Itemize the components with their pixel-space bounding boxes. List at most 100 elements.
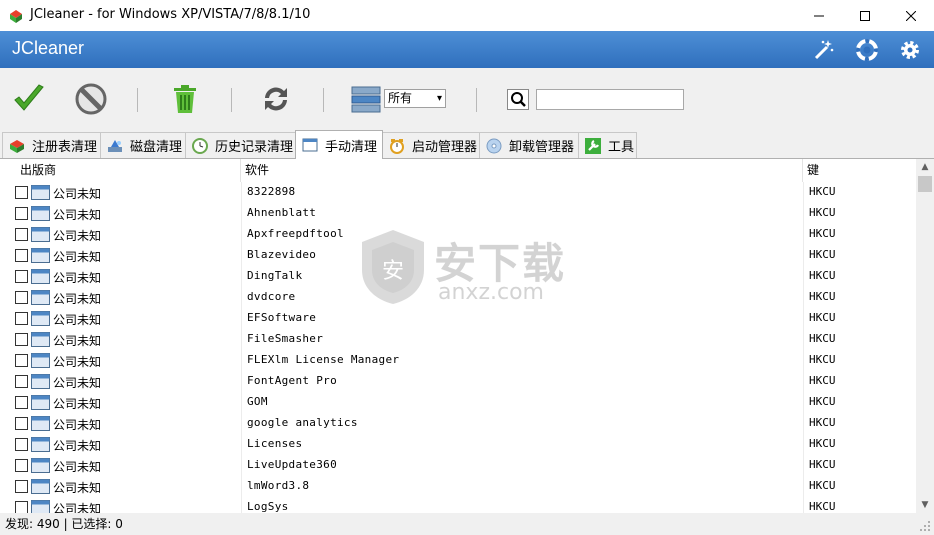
- row-checkbox[interactable]: [15, 186, 28, 199]
- close-button[interactable]: [888, 0, 934, 31]
- table-row[interactable]: 公司未知 FLEXlm License Manager HKCU: [0, 350, 916, 371]
- row-software: DingTalk: [247, 269, 303, 282]
- column-header-software[interactable]: 软件: [241, 159, 803, 182]
- table-row[interactable]: 公司未知 DingTalk HKCU: [0, 266, 916, 287]
- row-key: HKCU: [809, 185, 836, 198]
- row-software: FLEXlm License Manager: [247, 353, 400, 366]
- window-icon: [31, 227, 50, 242]
- row-checkbox[interactable]: [15, 396, 28, 409]
- row-checkbox[interactable]: [15, 291, 28, 304]
- refresh-icon[interactable]: [259, 82, 293, 116]
- table-row[interactable]: 公司未知 Licenses HKCU: [0, 434, 916, 455]
- row-checkbox[interactable]: [15, 459, 28, 472]
- row-checkbox[interactable]: [15, 249, 28, 262]
- row-key: HKCU: [809, 227, 836, 240]
- tab-uninstall-manager[interactable]: 卸载管理器: [479, 132, 579, 158]
- table-row[interactable]: 公司未知 Blazevideo HKCU: [0, 245, 916, 266]
- close-icon: [906, 10, 916, 21]
- scroll-down-arrow-icon[interactable]: ▼: [916, 497, 934, 513]
- maximize-button[interactable]: [842, 0, 888, 31]
- table-row[interactable]: 公司未知 lmWord3.8 HKCU: [0, 476, 916, 497]
- tab-startup-manager[interactable]: 启动管理器: [382, 132, 480, 158]
- row-checkbox[interactable]: [15, 375, 28, 388]
- table-row[interactable]: 公司未知 Ahnenblatt HKCU: [0, 203, 916, 224]
- tab-manual-clean[interactable]: 手动清理: [295, 130, 383, 159]
- tab-history-clean[interactable]: 历史记录清理: [185, 132, 296, 158]
- search-input[interactable]: [536, 89, 684, 110]
- row-publisher: 公司未知: [53, 418, 102, 432]
- tab-registry-clean[interactable]: 注册表清理: [2, 132, 101, 158]
- row-checkbox[interactable]: [15, 501, 28, 513]
- row-key: HKCU: [809, 437, 836, 450]
- filter-select[interactable]: 所有 ▾: [384, 89, 446, 108]
- row-checkbox[interactable]: [15, 417, 28, 430]
- row-checkbox[interactable]: [15, 228, 28, 241]
- column-header-publisher[interactable]: 出版商: [16, 159, 241, 182]
- table-row[interactable]: 公司未知 google analytics HKCU: [0, 413, 916, 434]
- row-software: Blazevideo: [247, 248, 317, 261]
- row-checkbox[interactable]: [15, 312, 28, 325]
- toolbar-separator: [137, 88, 138, 112]
- table-row[interactable]: 公司未知 dvdcore HKCU: [0, 287, 916, 308]
- tab-bar: 注册表清理 磁盘清理 历史记录清理 手动清理 启动管理器 卸载管理器 工具: [0, 130, 934, 159]
- table-row[interactable]: 公司未知 LogSys HKCU: [0, 497, 916, 513]
- row-checkbox[interactable]: [15, 480, 28, 493]
- row-software: EFSoftware: [247, 311, 317, 324]
- software-list: 出版商 软件 键 公司未知 8322898 HKCU 公司未知 Ahnenblatt H…: [0, 158, 934, 513]
- window-icon: [31, 269, 50, 284]
- table-row[interactable]: 公司未知 LiveUpdate360 HKCU: [0, 455, 916, 476]
- row-software: dvdcore: [247, 290, 296, 303]
- table-row[interactable]: 公司未知 GOM HKCU: [0, 392, 916, 413]
- tab-label: 启动管理器: [412, 140, 478, 155]
- search-button[interactable]: [507, 89, 529, 110]
- row-checkbox[interactable]: [15, 354, 28, 367]
- minimize-button[interactable]: [796, 0, 842, 31]
- scroll-up-arrow-icon[interactable]: ▲: [916, 159, 934, 175]
- stop-icon[interactable]: [74, 82, 108, 116]
- status-text: 发现: 490 | 已选择: 0: [5, 517, 123, 531]
- window-icon: [302, 138, 318, 152]
- table-row[interactable]: 公司未知 EFSoftware HKCU: [0, 308, 916, 329]
- column-header-key[interactable]: 键: [803, 159, 916, 182]
- table-row[interactable]: 公司未知 FontAgent Pro HKCU: [0, 371, 916, 392]
- row-publisher: 公司未知: [53, 355, 102, 369]
- window-icon: [31, 332, 50, 347]
- lifebuoy-icon[interactable]: [855, 38, 879, 62]
- row-publisher: 公司未知: [53, 481, 102, 495]
- window-icon: [31, 206, 50, 221]
- tab-disk-clean[interactable]: 磁盘清理: [100, 132, 186, 158]
- table-row[interactable]: 公司未知 8322898 HKCU: [0, 182, 916, 203]
- row-checkbox[interactable]: [15, 438, 28, 451]
- toolbar-separator: [476, 88, 477, 112]
- row-software: GOM: [247, 395, 268, 408]
- window-icon: [31, 374, 50, 389]
- jcleaner-app-icon: [10, 10, 22, 23]
- resize-grip-icon[interactable]: [919, 520, 931, 532]
- checkmark-icon[interactable]: [12, 82, 46, 116]
- table-row[interactable]: 公司未知 Apxfreepdftool HKCU: [0, 224, 916, 245]
- window-title: JCleaner - for Windows XP/VISTA/7/8/8.1/…: [30, 7, 311, 22]
- disk-clean-icon: [108, 139, 122, 152]
- clock-icon: [390, 138, 404, 154]
- row-key: HKCU: [809, 374, 836, 387]
- vertical-scrollbar[interactable]: ▲ ▼: [916, 159, 934, 513]
- filter-select-value: 所有: [388, 91, 413, 105]
- row-publisher: 公司未知: [53, 271, 102, 285]
- row-checkbox[interactable]: [15, 207, 28, 220]
- row-key: HKCU: [809, 416, 836, 429]
- row-publisher: 公司未知: [53, 187, 102, 201]
- trash-icon[interactable]: [168, 82, 202, 116]
- row-checkbox[interactable]: [15, 270, 28, 283]
- toolbar-separator: [231, 88, 232, 112]
- row-key: HKCU: [809, 353, 836, 366]
- window-icon: [31, 353, 50, 368]
- maximize-icon: [860, 10, 870, 21]
- scroll-thumb[interactable]: [918, 176, 932, 192]
- row-checkbox[interactable]: [15, 333, 28, 346]
- row-publisher: 公司未知: [53, 250, 102, 264]
- tab-tools[interactable]: 工具: [578, 132, 637, 158]
- row-publisher: 公司未知: [53, 229, 102, 243]
- gear-icon[interactable]: [898, 38, 922, 62]
- magic-wand-icon[interactable]: [812, 38, 836, 62]
- table-row[interactable]: 公司未知 FileSmasher HKCU: [0, 329, 916, 350]
